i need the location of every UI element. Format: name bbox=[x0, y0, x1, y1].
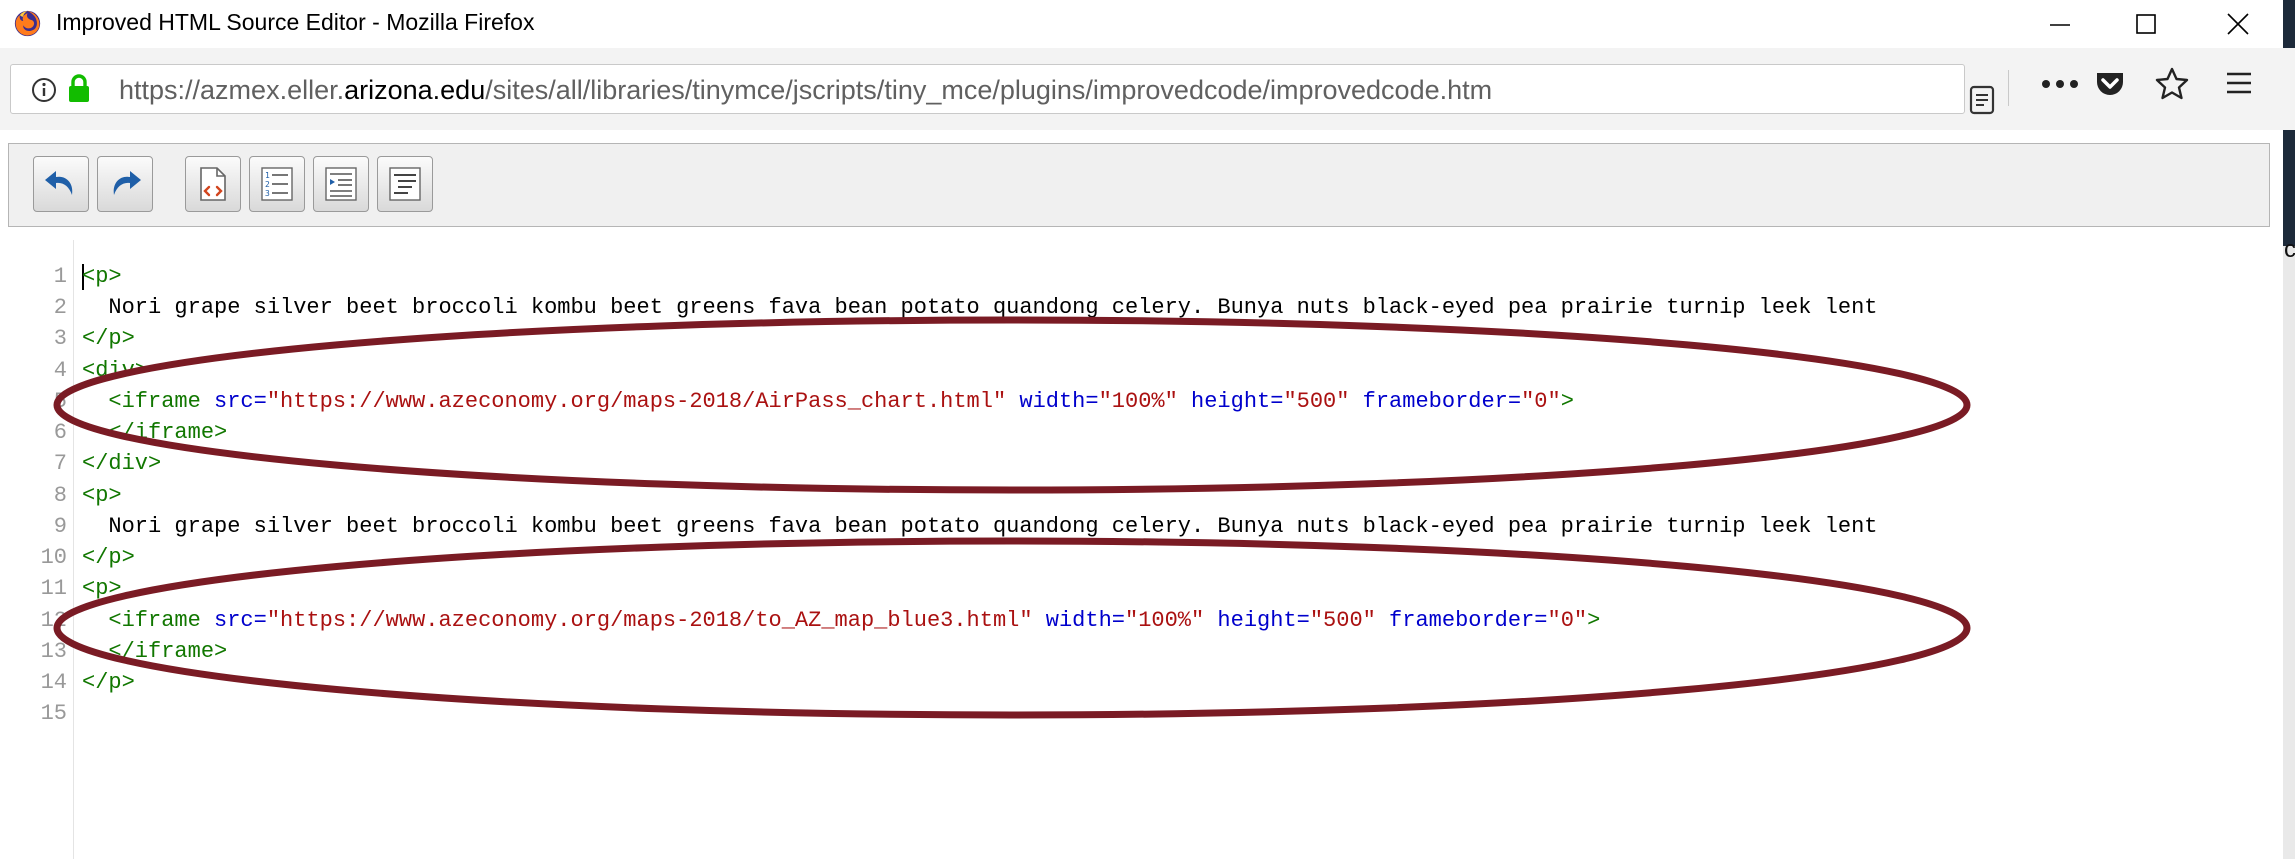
code-line-14[interactable]: </p> bbox=[82, 670, 135, 695]
undo-button[interactable] bbox=[33, 156, 89, 212]
code-line-13[interactable]: </iframe> bbox=[82, 639, 227, 664]
src-attribute: src= bbox=[200, 608, 267, 633]
pocket-icon[interactable] bbox=[2094, 68, 2126, 100]
redo-button[interactable] bbox=[97, 156, 153, 212]
code-line-9[interactable]: Nori grape silver beet broccoli kombu be… bbox=[82, 514, 1877, 539]
line-number: 7 bbox=[53, 451, 67, 476]
navigation-bar: https://azmex.eller.arizona.edu/sites/al… bbox=[0, 48, 2295, 130]
code-line-7[interactable]: </div> bbox=[82, 451, 161, 476]
indent-icon bbox=[325, 167, 357, 201]
format-code-button[interactable] bbox=[377, 156, 433, 212]
frameborder-attribute: frameborder= bbox=[1375, 608, 1548, 633]
src-value: "https://www.azeconomy.org/maps-2018/Air… bbox=[266, 389, 1007, 414]
height-value: "500" bbox=[1283, 389, 1350, 414]
reader-view-icon[interactable] bbox=[1969, 85, 1995, 115]
frameborder-attribute: frameborder= bbox=[1349, 389, 1522, 414]
url-bar[interactable]: https://azmex.eller.arizona.edu/sites/al… bbox=[10, 64, 1995, 115]
line-number: 11 bbox=[40, 576, 67, 601]
hamburger-menu-icon[interactable] bbox=[2224, 68, 2254, 98]
toolbar-separator bbox=[2008, 70, 2009, 106]
width-value: "100%" bbox=[1125, 608, 1205, 633]
close-icon[interactable] bbox=[2208, 4, 2268, 44]
line-numbers-icon: 1 2 3 bbox=[261, 167, 293, 201]
code-line-12-iframe[interactable]: <iframe src="https://www.azeconomy.org/m… bbox=[82, 608, 1600, 633]
src-attribute: src= bbox=[200, 389, 267, 414]
code-line-11[interactable]: <p> bbox=[82, 576, 122, 601]
code-line-2[interactable]: Nori grape silver beet broccoli kombu be… bbox=[82, 295, 1877, 320]
src-value: "https://www.azeconomy.org/maps-2018/to_… bbox=[266, 608, 1033, 633]
height-attribute: height= bbox=[1177, 389, 1284, 414]
tag-close: > bbox=[1587, 608, 1601, 633]
url-text[interactable]: https://azmex.eller.arizona.edu/sites/al… bbox=[119, 75, 1492, 106]
line-number: 15 bbox=[40, 701, 67, 726]
undo-icon bbox=[45, 171, 73, 195]
code-file-icon bbox=[200, 167, 226, 201]
code-line-3[interactable]: </p> bbox=[82, 326, 135, 351]
frameborder-value: "0" bbox=[1521, 389, 1561, 414]
code-line-8[interactable]: <p> bbox=[82, 483, 122, 508]
format-icon bbox=[389, 167, 421, 201]
background-window-text: c bbox=[2284, 236, 2295, 263]
iframe-open-tag: <iframe bbox=[108, 608, 201, 633]
height-value: "500" bbox=[1309, 608, 1376, 633]
toggle-word-wrap-button[interactable] bbox=[185, 156, 241, 212]
window-title: Improved HTML Source Editor - Mozilla Fi… bbox=[56, 9, 535, 35]
line-number: 10 bbox=[40, 545, 67, 570]
auto-indent-button[interactable] bbox=[313, 156, 369, 212]
line-number: 12 bbox=[40, 608, 67, 633]
code-line-1[interactable]: <p> bbox=[82, 264, 122, 289]
line-number-gutter: 1 2 3 4 5 6 7 8 9 10 11 12 13 14 15 bbox=[8, 240, 74, 859]
editor-toolbar: 1 2 3 bbox=[8, 143, 2270, 227]
bookmark-star-icon[interactable] bbox=[2154, 66, 2190, 102]
code-line-6[interactable]: </iframe> bbox=[82, 420, 227, 445]
more-icon[interactable] bbox=[2040, 78, 2080, 90]
iframe-open-tag: <iframe bbox=[108, 389, 201, 414]
url-prefix: https://azmex.eller. bbox=[119, 75, 345, 105]
minimize-icon[interactable] bbox=[2030, 4, 2090, 44]
window-title-bar: Improved HTML Source Editor - Mozilla Fi… bbox=[0, 0, 2295, 46]
code-line-5-iframe[interactable]: <iframe src="https://www.azeconomy.org/m… bbox=[82, 389, 1574, 414]
svg-text:2: 2 bbox=[265, 180, 270, 189]
line-number: 14 bbox=[40, 670, 67, 695]
line-number: 9 bbox=[53, 514, 67, 539]
lock-icon[interactable] bbox=[67, 74, 91, 104]
line-number: 3 bbox=[53, 326, 67, 351]
frameborder-value: "0" bbox=[1547, 608, 1588, 633]
line-number: 2 bbox=[53, 295, 67, 320]
line-number: 8 bbox=[53, 483, 67, 508]
code-line-10[interactable]: </p> bbox=[82, 545, 135, 570]
background-window-edge-lower bbox=[2283, 246, 2295, 859]
info-icon[interactable] bbox=[31, 77, 57, 103]
url-domain: arizona.edu bbox=[344, 75, 486, 105]
toggle-line-numbers-button[interactable]: 1 2 3 bbox=[249, 156, 305, 212]
maximize-icon[interactable] bbox=[2116, 4, 2176, 44]
svg-text:1: 1 bbox=[265, 171, 270, 180]
code-line-4[interactable]: <div> bbox=[82, 358, 148, 383]
redo-icon bbox=[113, 171, 141, 195]
url-path: /sites/all/libraries/tinymce/jscripts/ti… bbox=[485, 75, 1493, 105]
line-number: 5 bbox=[53, 389, 67, 414]
height-attribute: height= bbox=[1204, 608, 1310, 633]
svg-text:3: 3 bbox=[265, 189, 270, 198]
code-editor[interactable]: 1 2 3 4 5 6 7 8 9 10 11 12 13 14 15 <p> … bbox=[8, 240, 2283, 859]
line-number: 13 bbox=[40, 639, 67, 664]
tag-close: > bbox=[1560, 389, 1574, 414]
line-number: 6 bbox=[53, 420, 67, 445]
width-value: "100%" bbox=[1098, 389, 1178, 414]
width-attribute: width= bbox=[1006, 389, 1099, 414]
line-number: 4 bbox=[53, 358, 67, 383]
width-attribute: width= bbox=[1032, 608, 1125, 633]
line-number: 1 bbox=[53, 264, 67, 289]
firefox-logo-icon bbox=[14, 10, 41, 37]
